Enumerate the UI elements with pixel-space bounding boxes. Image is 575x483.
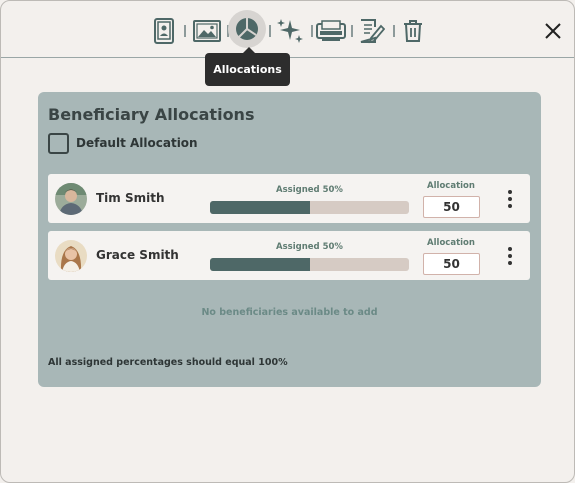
footer-note: All assigned percentages should equal 10… bbox=[48, 357, 288, 368]
default-allocation-label[interactable]: Default Allocation bbox=[76, 136, 198, 150]
assigned-progress-bar bbox=[210, 258, 409, 271]
allocations-tooltip: Allocations bbox=[205, 47, 290, 86]
edit-document-icon[interactable] bbox=[355, 13, 389, 49]
toolbar-separator bbox=[351, 25, 353, 37]
sparkles-icon[interactable] bbox=[273, 13, 307, 49]
beneficiary-row: Grace Smith Assigned 50% Allocation bbox=[48, 231, 530, 280]
panel-title: Beneficiary Allocations bbox=[48, 105, 255, 124]
beneficiary-name: Tim Smith bbox=[96, 191, 165, 205]
allocation-input[interactable] bbox=[423, 196, 480, 218]
allocation-label: Allocation bbox=[427, 181, 475, 191]
assigned-percentage-label: Assigned 50% bbox=[276, 185, 343, 195]
assigned-percentage-label: Assigned 50% bbox=[276, 242, 343, 252]
allocation-input[interactable] bbox=[423, 253, 480, 275]
more-options-icon[interactable] bbox=[503, 190, 517, 208]
assigned-progress-fill bbox=[210, 258, 310, 271]
toolbar-separator bbox=[184, 25, 186, 37]
portrait-icon[interactable] bbox=[147, 13, 181, 49]
scan-icon[interactable] bbox=[314, 13, 348, 49]
close-icon bbox=[545, 23, 561, 39]
landscape-image-icon[interactable] bbox=[190, 13, 224, 49]
allocations-dialog: Allocations Beneficiary Allocations Defa… bbox=[0, 0, 575, 483]
beneficiary-allocations-panel: Beneficiary Allocations Default Allocati… bbox=[38, 92, 541, 387]
more-options-icon[interactable] bbox=[503, 247, 517, 265]
trash-icon[interactable] bbox=[396, 13, 430, 49]
toolbar-separator bbox=[269, 25, 271, 37]
toolbar bbox=[1, 1, 574, 58]
beneficiary-name: Grace Smith bbox=[96, 248, 179, 262]
toolbar-separator bbox=[393, 25, 395, 37]
toolbar-separator bbox=[311, 25, 313, 37]
allocation-label: Allocation bbox=[427, 238, 475, 248]
default-allocation-checkbox[interactable] bbox=[48, 133, 69, 154]
pie-chart-icon[interactable] bbox=[228, 10, 266, 48]
empty-message: No beneficiaries available to add bbox=[201, 307, 378, 318]
assigned-progress-bar bbox=[210, 201, 409, 214]
assigned-progress-fill bbox=[210, 201, 310, 214]
avatar bbox=[55, 183, 87, 215]
avatar bbox=[55, 240, 87, 272]
beneficiary-row: Tim Smith Assigned 50% Allocation bbox=[48, 174, 530, 223]
close-button[interactable] bbox=[539, 17, 567, 45]
